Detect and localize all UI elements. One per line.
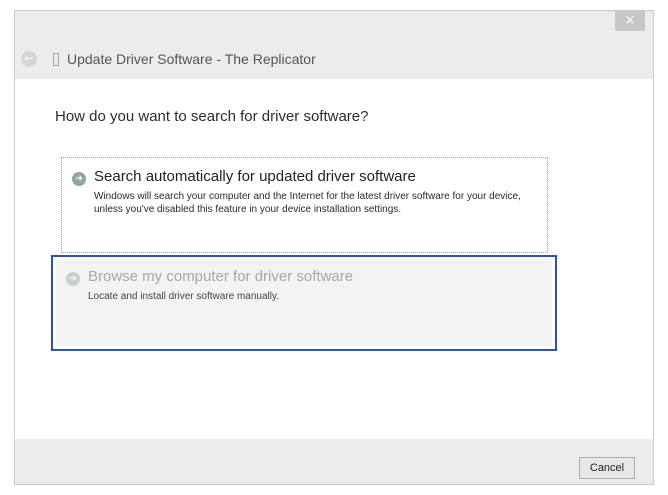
page-heading: How do you want to search for driver sof… [55,108,369,125]
arrow-icon: ➔ [66,272,80,286]
close-icon: × [624,13,636,28]
back-arrow-icon[interactable]: ← [21,51,37,67]
option-title: Browse my computer for driver software [88,268,354,285]
update-driver-dialog: × ← Update Driver Software - The Replica… [14,10,654,485]
cancel-button[interactable]: Cancel [579,457,635,479]
option-description: Locate and install driver software manua… [88,291,280,302]
browse-option-body: ➔ Browse my computer for driver software… [56,260,552,346]
content-panel: How do you want to search for driver sof… [15,79,653,439]
browse-computer-option[interactable]: ➔ Browse my computer for driver software… [51,255,557,351]
device-icon [53,52,59,66]
title-bar: ← Update Driver Software - The Replicato… [21,49,316,69]
option-title: Search automatically for updated driver … [94,168,416,185]
search-automatically-option[interactable]: ➔ Search automatically for updated drive… [61,157,548,253]
window-title: Update Driver Software - The Replicator [67,51,316,67]
option-description: Windows will search your computer and th… [94,191,521,215]
arrow-icon: ➔ [72,172,86,186]
close-button[interactable]: × [615,11,645,31]
